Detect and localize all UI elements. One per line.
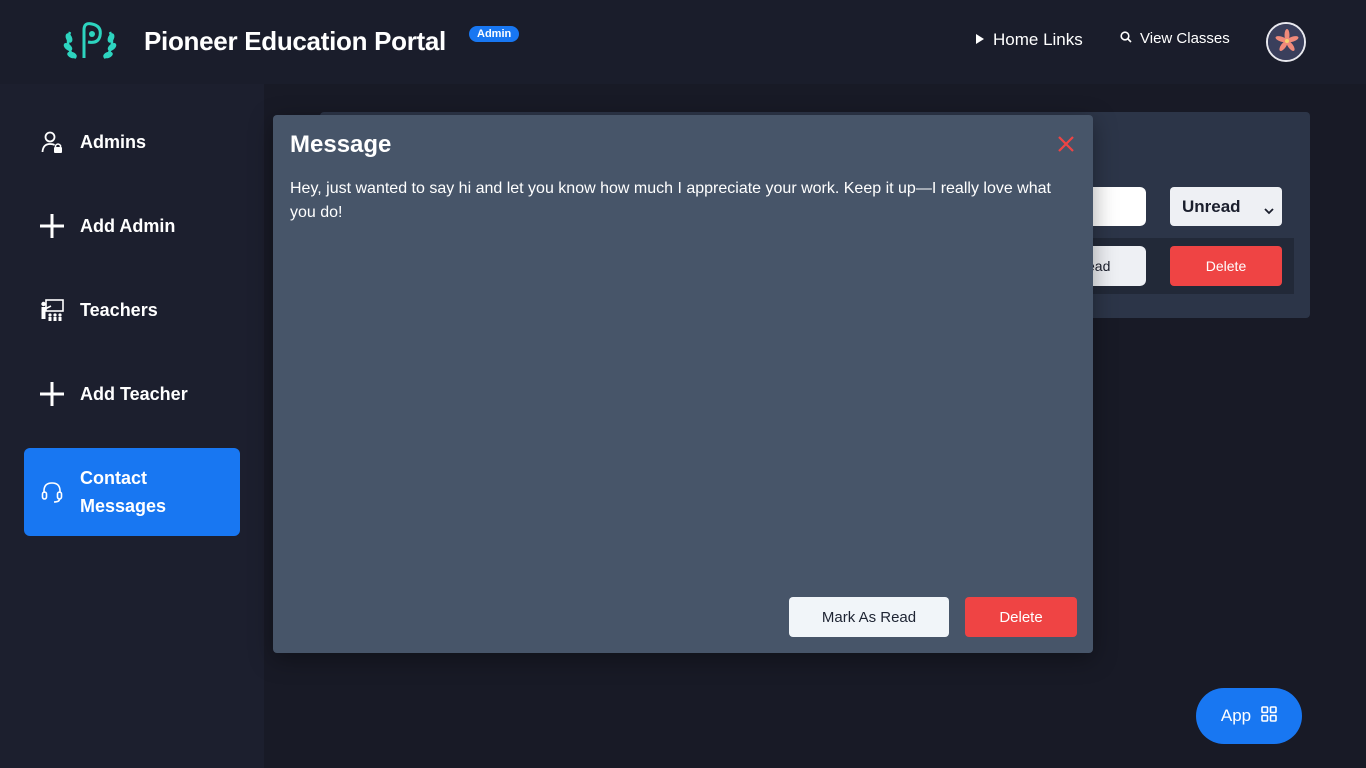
user-avatar[interactable] <box>1266 22 1306 62</box>
status-filter-value: Unread <box>1182 196 1241 216</box>
portal-title: Pioneer Education Portal <box>144 26 446 56</box>
nav-home-links-label: Home Links <box>993 30 1083 49</box>
row-mark-read-button[interactable]: ead <box>1085 246 1146 286</box>
plus-icon <box>24 213 80 239</box>
modal-title: Message <box>290 131 392 158</box>
mark-as-read-button[interactable]: Mark As Read <box>789 597 949 637</box>
teacher-board-icon <box>24 298 80 322</box>
grid-icon <box>1261 705 1277 727</box>
status-filter-select[interactable]: Unread <box>1170 187 1282 226</box>
row-delete-label: Delete <box>1205 258 1247 274</box>
message-body: Hey, just wanted to say hi and let you k… <box>290 180 1051 221</box>
sidebar-item-label: Add Teacher <box>80 383 188 404</box>
nav-view-classes[interactable]: View Classes <box>1120 30 1230 47</box>
mark-as-read-label: Mark As Read <box>821 608 917 626</box>
chevron-down-icon <box>1264 200 1274 220</box>
play-triangle-icon <box>975 30 985 50</box>
headset-icon <box>24 480 80 504</box>
message-modal: Message Hey, just wanted to say hi and l… <box>273 115 1093 653</box>
nav-home-links[interactable]: Home Links <box>975 30 1083 50</box>
sidebar-item-add-admin[interactable]: Add Admin <box>24 198 240 254</box>
search-input[interactable] <box>1085 187 1146 226</box>
app-menu-label: App <box>1220 706 1252 725</box>
close-icon[interactable] <box>1055 133 1077 155</box>
sidebar-item-admins[interactable]: Admins <box>24 114 240 170</box>
top-header: Pioneer Education Portal Admin Home Link… <box>0 0 1366 84</box>
sidebar-item-label: Teachers <box>80 299 158 320</box>
app-menu-button[interactable]: App <box>1196 688 1302 744</box>
sidebar-item-label: Contact Messages <box>80 468 167 516</box>
sidebar-item-add-teacher[interactable]: Add Teacher <box>24 366 240 422</box>
sidebar-item-label: Admins <box>80 131 147 152</box>
role-badge: Admin <box>469 26 520 42</box>
sidebar-item-teachers[interactable]: Teachers <box>24 282 240 338</box>
sidebar-item-contact-messages[interactable]: Contact Messages <box>24 448 240 536</box>
delete-label: Delete <box>999 608 1043 626</box>
row-delete-button[interactable]: Delete <box>1170 246 1282 286</box>
plus-icon <box>24 381 80 407</box>
user-lock-icon <box>24 130 80 154</box>
sidebar: Admins Add Admin Teachers Add Teacher Co… <box>0 84 264 768</box>
search-icon <box>1120 30 1132 47</box>
portal-logo-icon[interactable] <box>62 18 118 66</box>
delete-button[interactable]: Delete <box>965 597 1077 637</box>
sidebar-item-label: Add Admin <box>80 215 176 236</box>
nav-view-classes-label: View Classes <box>1140 30 1230 47</box>
